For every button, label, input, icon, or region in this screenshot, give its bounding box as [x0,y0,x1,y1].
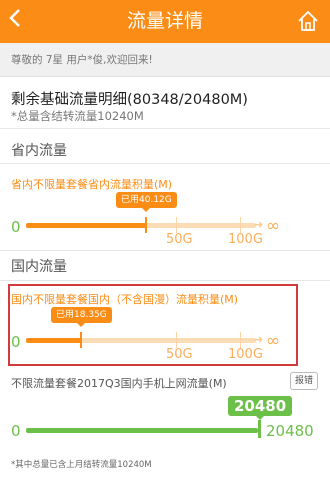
province-fill [26,223,147,228]
unlimited-package-title: 不限流量套餐2017Q3国内手机上网流量(M) [11,377,227,390]
tick-100 [240,332,241,348]
province-package-name: 省内不限量套餐省内流量积量(M) [11,178,173,191]
province-zero-label: 0 [11,218,21,236]
arrow-icon: ➜ [254,333,264,346]
report-error-button[interactable]: 报错 [290,372,318,390]
divider [0,163,330,164]
province-used-bubble: 已用40.12G [116,192,177,212]
section-title-province: 省内流量 [11,143,67,159]
province-tick-100-label: 100G [228,232,263,247]
province-infinity-label: ∞ [266,216,281,236]
province-tick-50-label: 50G [166,232,193,247]
unlimited-zero-label: 0 [11,422,21,440]
domestic-marker [80,332,83,348]
base-flow-note: *总量含结转流量10240M [11,109,144,123]
domestic-package-name: 国内不限量套餐国内（不含国漫）流量积量(M) [11,293,239,306]
unlimited-total-label: 20480 [266,422,314,440]
domestic-fill [26,338,82,343]
unlimited-track [26,428,258,433]
domestic-infinity-label: ∞ [266,331,281,351]
section-title-domestic: 国内流量 [11,259,67,275]
top-bar: 流量详情 [0,0,330,43]
tick-50 [176,217,177,233]
home-icon [298,10,318,31]
footnote: *其中总量已含上月结转流量10240M [11,460,152,470]
domestic-used-bubble: 已用18.35G [51,307,112,327]
base-flow-title: 剩余基础流量明细(80348/20480M) [11,92,248,108]
home-button[interactable] [297,10,319,32]
domestic-tick-50-label: 50G [166,347,193,362]
tick-50 [176,332,177,348]
arrow-icon: ➜ [254,218,264,231]
welcome-text: 尊敬的 7星 用户*俊,欢迎回来! [11,54,153,66]
divider [0,128,330,129]
welcome-banner: 尊敬的 7星 用户*俊,欢迎回来! [0,43,330,77]
divider [0,280,330,281]
divider [0,250,330,251]
tick-100 [240,217,241,233]
province-usage-bar: 已用40.12G 0 ➜ 50G 100G ∞ [0,192,330,252]
unlimited-value-bubble: 20480 [228,396,293,420]
domestic-usage-bar: 已用18.35G 0 ➜ 50G 100G ∞ [0,307,330,367]
unlimited-end-marker [258,420,261,438]
domestic-tick-100-label: 100G [228,347,263,362]
domestic-zero-label: 0 [11,333,21,351]
unlimited-usage-bar: 20480 0 20480 [0,396,330,446]
page-title: 流量详情 [126,10,203,32]
province-marker [145,217,148,233]
